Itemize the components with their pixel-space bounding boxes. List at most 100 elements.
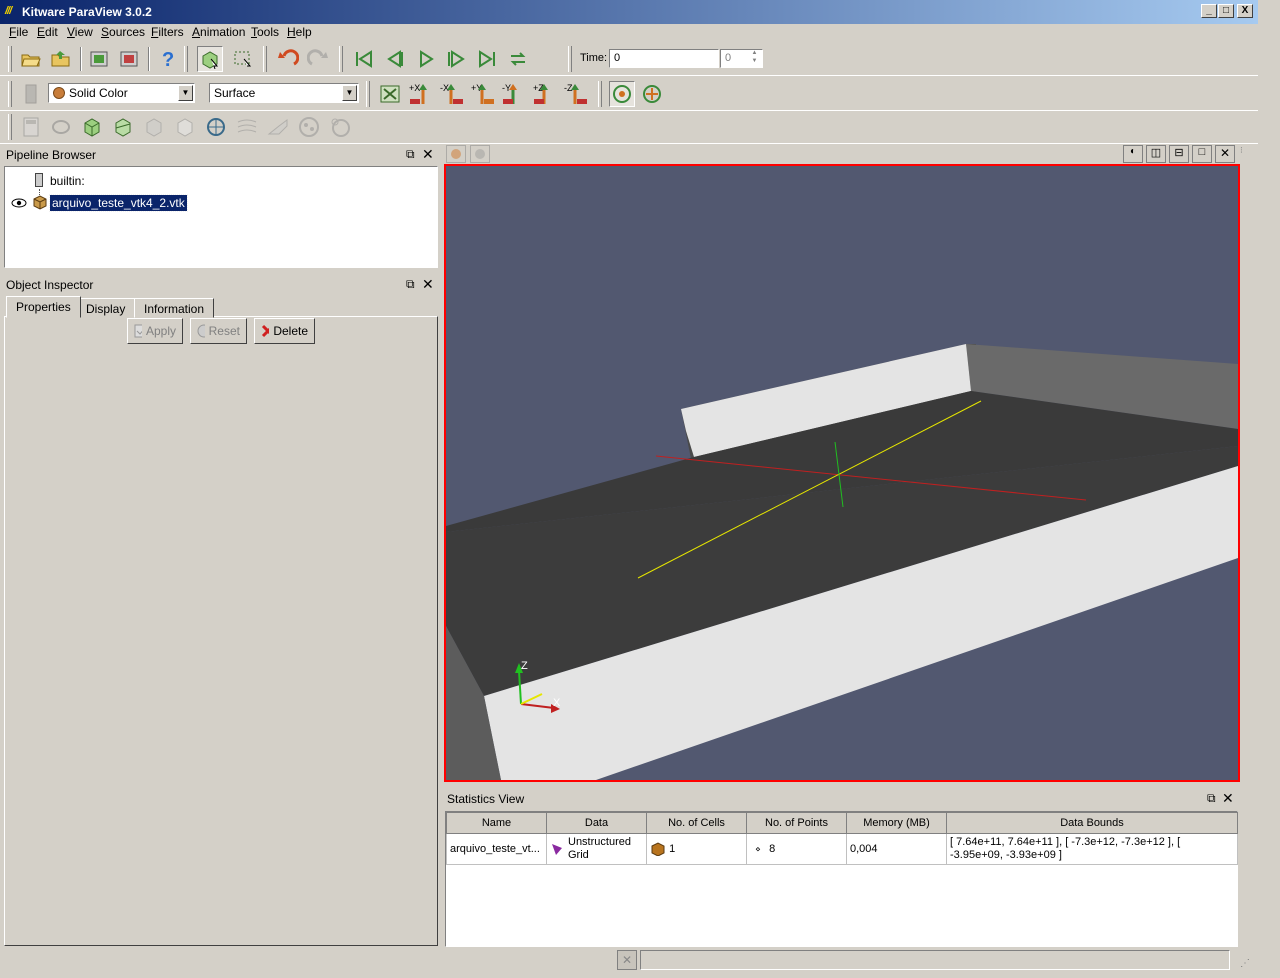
close-panel-icon[interactable]: ✕ [1222,790,1234,807]
toolbar-grip[interactable] [366,81,370,107]
progress-abort-icon[interactable]: ✕ [617,950,637,970]
close-panel-icon[interactable]: ✕ [422,276,434,293]
split-vertical-icon[interactable]: ⊟ [1169,145,1189,163]
toolbar-grip[interactable] [8,114,12,140]
menu-tools[interactable]: Tools [251,25,279,39]
spin-up-icon[interactable]: ▲ [748,50,761,58]
reset-camera-icon[interactable] [377,81,403,107]
representation-select[interactable]: Surface ▼ [209,83,359,103]
render-view[interactable]: Z X [444,164,1240,782]
menu-filters[interactable]: Filters [151,25,184,39]
reset-button[interactable]: Reset [190,318,247,344]
open-icon[interactable] [18,46,44,72]
help-icon[interactable]: ? [154,46,180,72]
stream-tracer-icon[interactable] [234,114,260,140]
col-header-cells[interactable]: No. of Cells [646,812,747,834]
resize-grip-icon[interactable]: ⋰ [1240,958,1250,969]
visibility-eye-icon[interactable] [11,197,27,212]
disconnect-icon[interactable] [116,46,142,72]
col-header-bounds[interactable]: Data Bounds [946,812,1238,834]
render-scene[interactable]: Z X [446,166,1238,780]
pipeline-item-dataset[interactable]: arquivo_teste_vtk4_2.vtk [49,194,188,212]
view-minus-y-label: -Y [502,83,511,93]
menu-edit[interactable]: Edit [37,25,58,39]
extract-subset-icon[interactable] [172,114,198,140]
float-panel-icon[interactable]: ⧉ [406,277,415,292]
glyph-icon[interactable] [203,114,229,140]
reset-label: Reset [208,324,240,338]
color-legend-icon[interactable] [18,81,44,107]
split-horizontal-icon[interactable]: ◫ [1146,145,1166,163]
contour-icon[interactable] [48,114,74,140]
save-state-icon[interactable] [48,46,74,72]
close-panel-icon[interactable]: ✕ [422,146,434,163]
view-lookmark-icon[interactable] [446,145,466,163]
col-header-points[interactable]: No. of Points [746,812,847,834]
extract-level-icon[interactable] [327,114,353,140]
float-panel-icon[interactable]: ⧉ [406,147,415,162]
toolbar-grip[interactable] [8,81,12,107]
tab-properties[interactable]: Properties [6,296,81,318]
select-icon[interactable] [230,46,256,72]
close-view-icon[interactable]: ✕ [1215,145,1235,163]
warp-icon[interactable] [265,114,291,140]
toolbar-grip[interactable] [598,81,602,107]
minimize-button[interactable]: _ [1201,4,1217,18]
maximize-button[interactable]: □ [1218,4,1234,18]
next-frame-icon[interactable] [443,46,469,72]
center-axes-icon[interactable] [609,81,635,107]
view-plus-y-button[interactable]: +Y [470,81,496,107]
last-frame-icon[interactable] [474,46,500,72]
clip-icon[interactable] [79,114,105,140]
col-header-data[interactable]: Data [546,812,647,834]
pick-center-icon[interactable] [639,81,665,107]
group-datasets-icon[interactable] [296,114,322,140]
toolbar-grip[interactable] [339,46,343,72]
right-dock-handle[interactable]: ⁝ [1240,145,1250,159]
redo-icon[interactable] [305,46,331,72]
table-row[interactable]: arquivo_teste_vt... Unstructured Grid 1 ⋄… [446,833,1238,865]
tab-information[interactable]: Information [134,298,215,318]
spin-down-icon[interactable]: ▼ [748,58,761,66]
pipeline-item-builtin[interactable]: builtin: [50,174,85,188]
connect-icon[interactable] [86,46,112,72]
maximize-view-icon[interactable]: □ [1192,145,1212,163]
previous-frame-icon[interactable] [382,46,408,72]
time-input[interactable]: 0 [609,49,719,68]
col-header-name[interactable]: Name [446,812,547,834]
view-minus-y-button[interactable]: -Y [501,81,527,107]
menu-sources[interactable]: Sources [101,25,145,39]
apply-button[interactable]: Apply [127,318,183,344]
close-button[interactable]: X [1237,4,1253,18]
float-panel-icon[interactable]: ⧉ [1207,791,1216,806]
view-plus-x-button[interactable]: +X [408,81,434,107]
col-header-memory[interactable]: Memory (MB) [846,812,947,834]
toolbar-grip[interactable] [568,46,572,72]
threshold-icon[interactable] [141,114,167,140]
first-frame-icon[interactable] [351,46,377,72]
time-index-spinbox[interactable]: 0 ▲ ▼ [720,49,763,68]
slice-icon[interactable] [110,114,136,140]
toolbar-grip[interactable] [8,46,12,72]
menu-animation[interactable]: Animation [192,25,245,39]
vertical-splitter[interactable] [440,144,443,948]
color-by-select[interactable]: Solid Color ▼ [48,83,195,103]
cell-bounds-line2: -3.95e+09, -3.93e+09 ] [950,849,1062,861]
calculator-icon[interactable] [18,114,44,140]
view-minus-z-button[interactable]: -Z [563,81,589,107]
undo-icon[interactable] [275,46,301,72]
menu-help[interactable]: Help [287,25,312,39]
view-capture-icon[interactable]: ◐ [1123,145,1143,163]
tab-display[interactable]: Display [76,298,136,318]
play-icon[interactable] [413,46,439,72]
menu-view[interactable]: View [67,25,93,39]
toolbar-grip[interactable] [184,46,188,72]
interact-icon[interactable] [197,46,223,72]
delete-button[interactable]: Delete [254,318,315,344]
loop-icon[interactable] [505,46,531,72]
view-plus-z-button[interactable]: +Z [532,81,558,107]
toolbar-grip[interactable] [263,46,267,72]
view-minus-x-button[interactable]: -X [439,81,465,107]
menu-file[interactable]: File [9,25,28,39]
view-camera-icon[interactable] [470,145,490,163]
